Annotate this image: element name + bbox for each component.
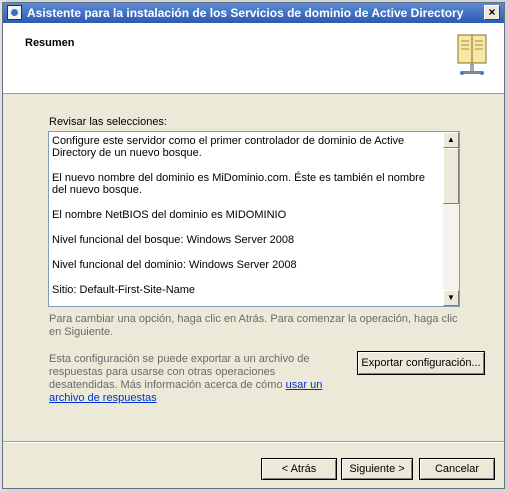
summary-line: El nombre NetBIOS del dominio es MIDOMIN… [52,209,287,221]
close-button[interactable]: × [484,5,500,20]
export-settings-button[interactable]: Exportar configuración... [357,351,485,375]
summary-line: El nuevo nombre del dominio es MiDominio… [52,172,425,196]
scroll-down-arrow-icon[interactable]: ▼ [443,290,459,306]
title-bar: Asistente para la instalación de los Ser… [3,3,504,23]
ad-wizard-icon [7,5,22,20]
summary-line: Configure este servidor como el primer c… [52,135,405,159]
wizard-window: Asistente para la instalación de los Ser… [2,2,505,489]
summary-line: Nivel funcional del bosque: Windows Serv… [52,234,295,246]
vertical-scrollbar[interactable]: ▲ ▼ [443,132,459,306]
book-icon [457,34,487,75]
navigation-hint: Para cambiar una opción, haga clic en At… [49,313,458,338]
cancel-button[interactable]: Cancelar [419,458,495,480]
footer-divider [3,441,504,443]
scroll-thumb[interactable] [443,148,459,204]
window-title: Asistente para la instalación de los Ser… [27,6,464,20]
summary-line: Sitio: Default-First-Site-Name [52,284,196,296]
export-description: Esta configuración se puede exportar a u… [49,353,345,405]
next-button[interactable]: Siguiente > [341,458,413,480]
review-label: Revisar las selecciones: [49,116,167,128]
summary-content: Configure este servidor como el primer c… [52,135,439,306]
summary-line: Nivel funcional del dominio: Windows Ser… [52,259,297,271]
scroll-up-arrow-icon[interactable]: ▲ [443,132,459,148]
export-text: Esta configuración se puede exportar a u… [49,353,310,391]
summary-textbox[interactable]: Configure este servidor como el primer c… [48,131,460,307]
page-title: Resumen [25,37,75,49]
wizard-header: Resumen [3,23,504,94]
back-button[interactable]: < Atrás [261,458,337,480]
